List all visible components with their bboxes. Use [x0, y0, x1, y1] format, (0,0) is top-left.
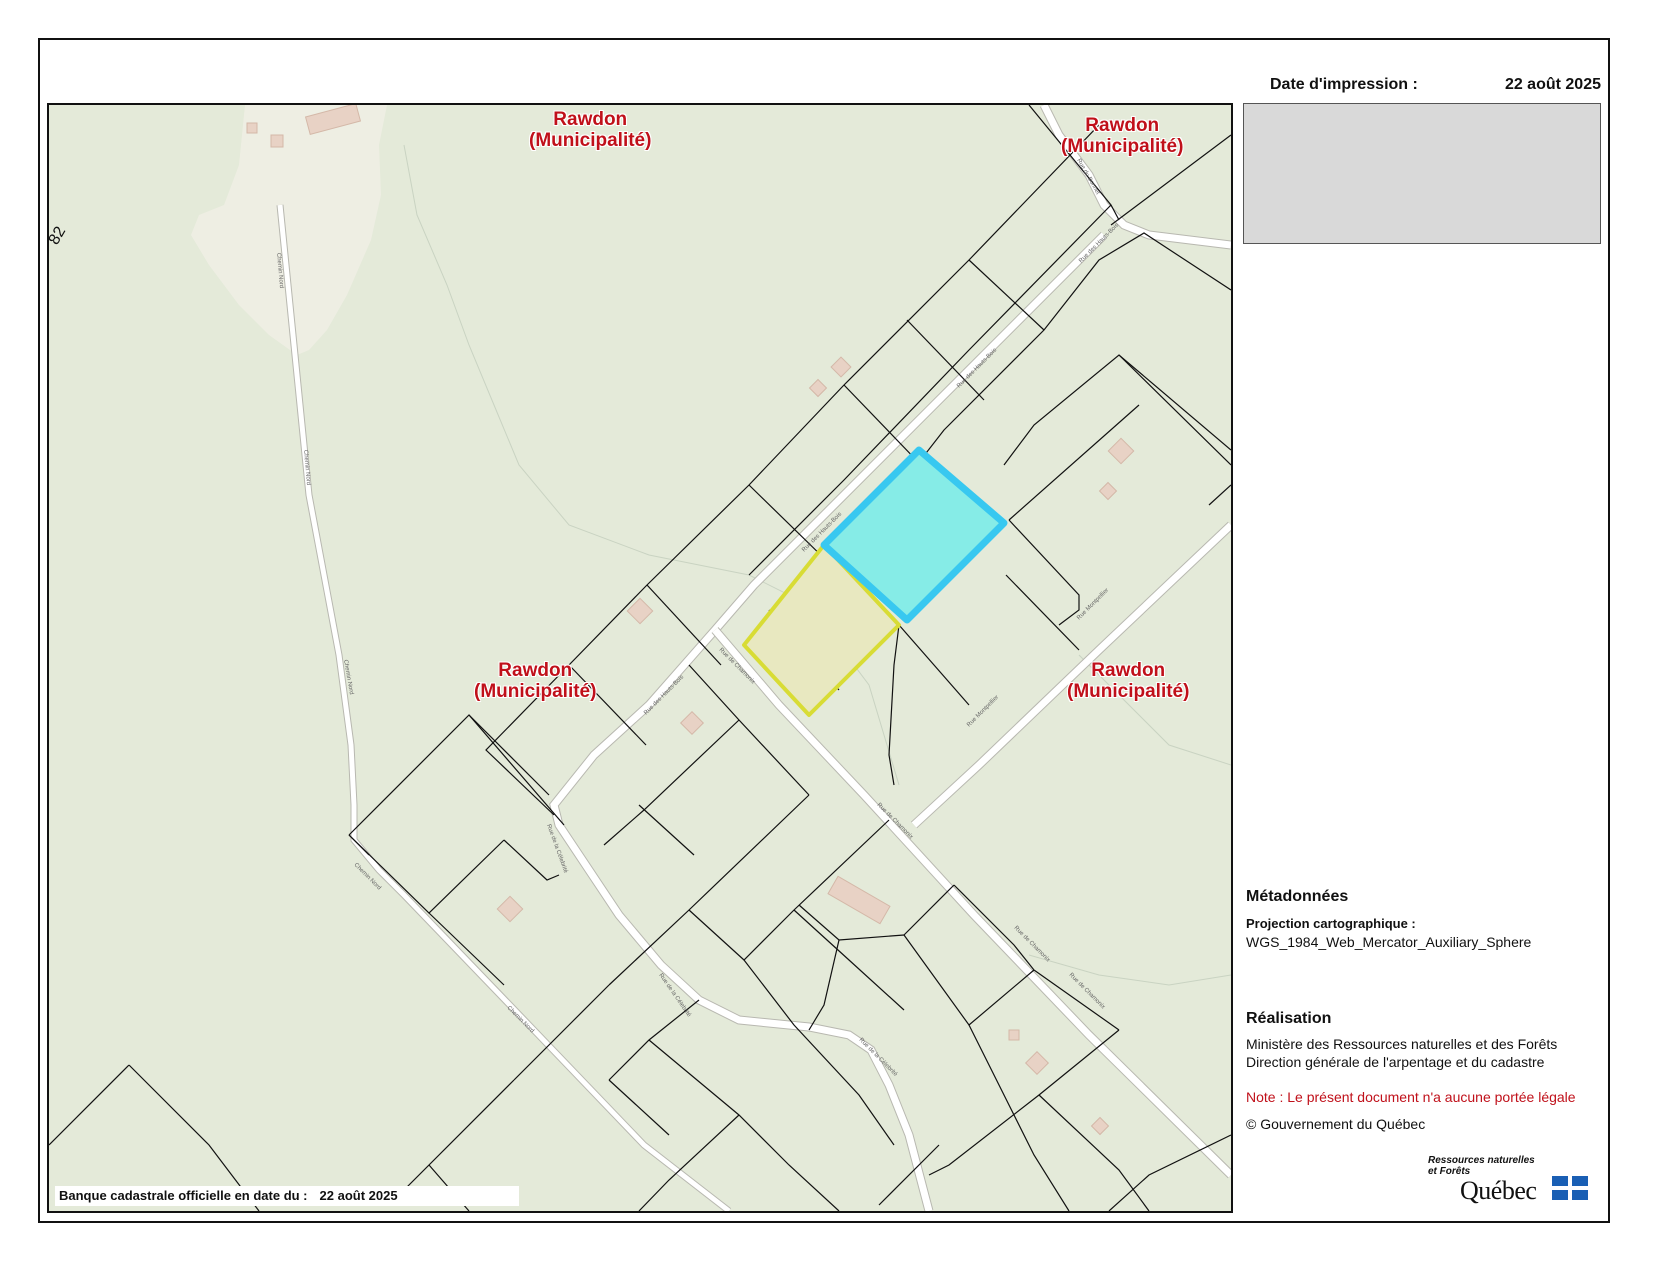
metadata-heading: Métadonnées	[1246, 888, 1349, 905]
municipality-label: Rawdon (Municipalité)	[1061, 115, 1184, 157]
bank-date-label: Banque cadastrale officielle en date du …	[59, 1188, 308, 1203]
logo-ministry-text: Ressources naturelles et Forêts	[1428, 1155, 1535, 1177]
municipality-label: Rawdon (Municipalité)	[529, 109, 652, 151]
print-date-label: Date d'impression :	[1270, 76, 1418, 93]
projection-label: Projection cartographique :	[1246, 916, 1416, 931]
realisation-line2: Direction générale de l'arpentage et du …	[1246, 1054, 1545, 1070]
realisation-line1: Ministère des Ressources naturelles et d…	[1246, 1036, 1558, 1052]
legal-note: Note : Le présent document n'a aucune po…	[1246, 1089, 1576, 1105]
print-date-value: 22 août 2025	[1504, 76, 1601, 93]
municipality-label: Rawdon (Municipalité)	[1067, 660, 1190, 702]
realisation-heading: Réalisation	[1246, 1010, 1332, 1027]
overview-thumbnail	[1243, 103, 1601, 244]
bank-date-value: 22 août 2025	[319, 1188, 398, 1203]
fleurdelise-flag-icon	[1552, 1176, 1588, 1200]
cadastral-map[interactable]: Chemin Nord Chemin Nord Chemin Nord Chem…	[47, 103, 1233, 1213]
realisation-section: Réalisation Ministère des Ressources nat…	[1246, 1010, 1606, 1133]
bank-date-bar: Banque cadastrale officielle en date du …	[55, 1186, 519, 1206]
map-canvas: Chemin Nord Chemin Nord Chemin Nord Chem…	[49, 105, 1231, 1211]
copyright-text: © Gouvernement du Québec	[1246, 1116, 1426, 1132]
municipality-label: Rawdon (Municipalité)	[474, 660, 597, 702]
projection-value: WGS_1984_Web_Mercator_Auxiliary_Sphere	[1246, 934, 1532, 950]
logo-wordmark: Québec	[1460, 1176, 1537, 1205]
metadata-section: Métadonnées Projection cartographique : …	[1246, 888, 1606, 951]
quebec-logo: Ressources naturelles et Forêts Québec	[1428, 1155, 1590, 1207]
